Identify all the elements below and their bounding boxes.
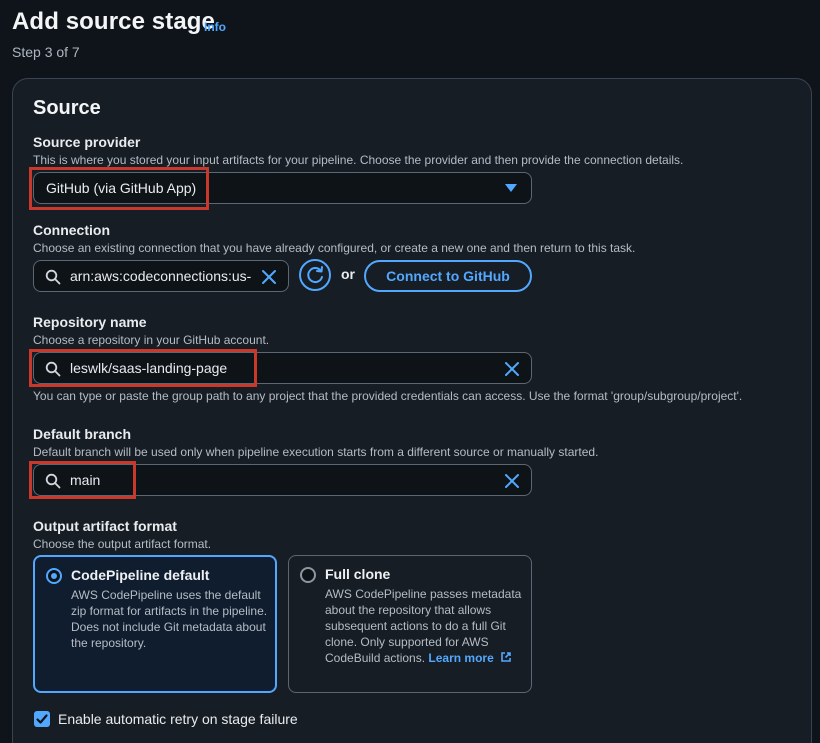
source-provider-description: This is where you stored your input arti…	[33, 153, 684, 167]
info-link[interactable]: Info	[204, 20, 226, 34]
tile-title: Full clone	[325, 566, 391, 582]
tile-full-clone[interactable]: Full clone AWS CodePipeline passes metad…	[288, 555, 532, 693]
clear-icon[interactable]	[503, 472, 521, 490]
external-link-icon	[501, 652, 511, 662]
step-indicator: Step 3 of 7	[12, 44, 80, 60]
checkmark-icon	[36, 714, 48, 724]
source-card: Source Source provider This is where you…	[12, 78, 812, 743]
default-branch-description: Default branch will be used only when pi…	[33, 445, 599, 459]
radio-full-clone[interactable]	[300, 567, 316, 583]
highlight-box-repository	[29, 349, 257, 387]
clear-icon[interactable]	[503, 360, 521, 378]
retry-checkbox[interactable]	[34, 711, 50, 727]
learn-more-link[interactable]: Learn more	[428, 651, 512, 665]
highlight-box-branch	[29, 461, 136, 499]
connection-value: arn:aws:codeconnections:us-	[70, 268, 252, 284]
clear-icon[interactable]	[260, 268, 278, 286]
repository-description: Choose a repository in your GitHub accou…	[33, 333, 270, 347]
artifact-format-description: Choose the output artifact format.	[33, 537, 212, 551]
page-title: Add source stage	[12, 8, 215, 35]
connect-to-github-button[interactable]: Connect to GitHub	[364, 260, 532, 292]
repository-hint: You can type or paste the group path to …	[33, 389, 743, 403]
repository-label: Repository name	[33, 314, 147, 330]
highlight-box-provider	[29, 167, 209, 210]
source-provider-label: Source provider	[33, 134, 141, 150]
tile-description: AWS CodePipeline passes metadata about t…	[325, 586, 525, 666]
connection-input[interactable]: arn:aws:codeconnections:us-	[33, 260, 289, 292]
default-branch-label: Default branch	[33, 426, 132, 442]
retry-label: Enable automatic retry on stage failure	[58, 711, 298, 727]
tile-title: CodePipeline default	[71, 567, 210, 583]
chevron-down-icon	[505, 184, 517, 192]
radio-codepipeline-default[interactable]	[46, 568, 62, 584]
section-title: Source	[33, 97, 101, 119]
learn-more-label: Learn more	[428, 651, 494, 665]
refresh-icon	[307, 266, 323, 284]
connection-label: Connection	[33, 222, 110, 238]
refresh-button[interactable]	[299, 259, 331, 291]
tile-codepipeline-default[interactable]: CodePipeline default AWS CodePipeline us…	[33, 555, 277, 693]
connection-description: Choose an existing connection that you h…	[33, 241, 636, 255]
tile-description: AWS CodePipeline uses the default zip fo…	[71, 588, 268, 650]
search-icon	[45, 269, 61, 285]
artifact-format-label: Output artifact format	[33, 518, 177, 534]
or-text: or	[341, 266, 355, 282]
